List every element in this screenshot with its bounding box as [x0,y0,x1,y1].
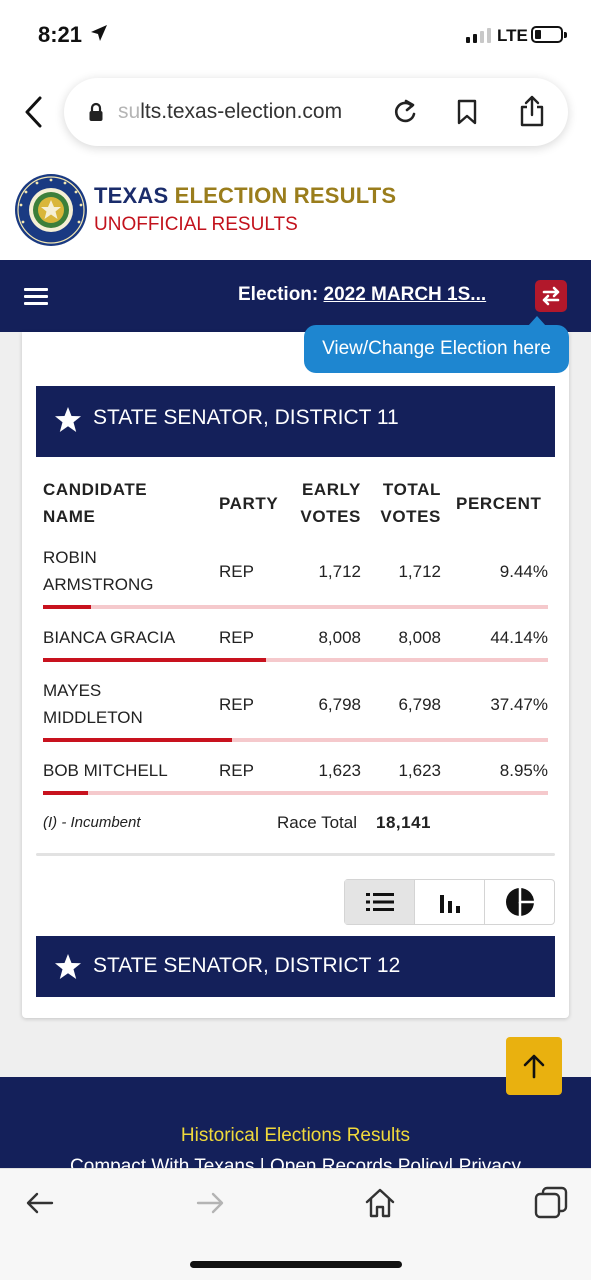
list-view-button[interactable] [345,880,415,924]
candidate-party: REP [219,761,254,780]
vote-share-fill [43,605,91,609]
column-header-percent: PERCENT [456,494,542,513]
candidate-party: REP [219,695,254,714]
vote-share-fill [43,658,266,662]
url-text[interactable]: sults.texas-election.com [118,100,342,124]
tabs-icon[interactable] [533,1185,569,1221]
pie-chart-icon [505,888,534,916]
scroll-to-top-button[interactable] [506,1037,562,1095]
vote-share-bar [43,658,548,662]
texas-secretary-of-state-seal [15,174,87,246]
candidate-name: ROBIN ARMSTRONG [43,548,154,594]
change-election-tooltip[interactable]: View/Change Election here [304,316,569,373]
site-title-election-results: ELECTION RESULTS [174,183,397,208]
status-bar: 8:21 LTE [0,0,591,70]
bar-chart-view-button[interactable] [415,880,485,924]
race-title: STATE SENATOR, DISTRICT 12 [93,954,401,977]
vote-percent: 9.44% [499,562,548,581]
vote-share-bar [43,738,548,742]
hamburger-menu-icon[interactable] [24,288,48,306]
site-footer: Historical Elections Results Compact Wit… [0,1077,591,1168]
star-icon [55,407,81,432]
candidate-name: MAYES MIDDLETON [43,681,143,727]
navigation-bar: Election: 2022 MARCH 1S... [0,260,591,332]
total-votes: 8,008 [398,628,441,647]
url-main: lts.texas-election.com [140,100,343,123]
column-header-party: PARTY [219,494,279,513]
site-title[interactable]: TEXAS ELECTION RESULTS [94,183,396,209]
candidate-party: REP [219,562,254,581]
election-value-link[interactable]: 2022 MARCH 1S... [324,284,487,305]
column-header-early-votes: EARLY VOTES [300,480,361,526]
list-icon [365,893,394,911]
bar-chart-icon [439,895,460,913]
lock-icon [89,102,103,121]
star-icon [55,954,81,979]
vote-share-fill [43,738,233,742]
forward-arrow-icon[interactable] [192,1185,228,1221]
vote-percent: 8.95% [499,761,548,780]
vote-percent: 37.47% [490,695,548,714]
browser-back-chevron-icon[interactable] [18,92,48,132]
home-icon[interactable] [362,1185,398,1221]
race-title: STATE SENATOR, DISTRICT 11 [93,406,399,429]
total-votes: 1,712 [398,562,441,581]
signal-strength-icon [466,28,491,43]
total-votes: 1,623 [398,761,441,780]
reload-icon[interactable] [392,98,418,126]
battery-icon [531,26,567,43]
candidate-party: REP [219,628,254,647]
location-arrow-icon [91,25,107,41]
early-votes: 1,712 [318,562,361,581]
column-header-candidate: CANDIDATE NAME [43,480,148,526]
race-header-district-12[interactable]: STATE SENATOR, DISTRICT 12 [36,936,555,997]
network-type: LTE [497,26,528,45]
historical-results-link[interactable]: Historical Elections Results [0,1125,591,1147]
clock: 8:21 [38,22,83,47]
site-subtitle: UNOFFICIAL RESULTS [94,214,298,235]
race-total-value: 18,141 [376,813,431,832]
election-selector[interactable]: Election: 2022 MARCH 1S... [238,284,486,306]
back-arrow-icon[interactable] [22,1185,58,1221]
early-votes: 6,798 [318,695,361,714]
url-faded: su [118,100,141,123]
swap-arrows-icon [542,286,560,306]
vote-share-bar [43,605,548,609]
table-divider [36,853,555,856]
column-header-total-votes: TOTAL VOTES [380,480,441,526]
early-votes: 8,008 [318,628,361,647]
race-header-district-11[interactable]: STATE SENATOR, DISTRICT 11 [36,386,555,457]
home-indicator [190,1261,402,1268]
view-toggle [344,879,555,925]
race-total-label: Race Total [277,813,358,832]
arrow-up-icon [523,1054,545,1079]
vote-share-bar [43,791,548,795]
incumbent-note: (I) - Incumbent [43,814,141,831]
early-votes: 1,623 [318,761,361,780]
vote-share-fill [43,791,89,795]
candidate-name: BOB MITCHELL [43,761,168,780]
vote-percent: 44.14% [490,628,548,647]
footer-policy-links[interactable]: Compact With Texans | Open Records Polic… [0,1156,591,1168]
change-election-button[interactable] [535,280,567,312]
election-label: Election: [238,284,319,305]
pie-chart-view-button[interactable] [485,880,554,924]
address-bar[interactable]: sults.texas-election.com [64,78,568,146]
total-votes: 6,798 [398,695,441,714]
bookmark-icon[interactable] [456,99,478,125]
share-icon[interactable] [518,94,546,128]
site-title-texas: TEXAS [94,183,169,208]
candidate-name: BIANCA GRACIA [43,628,176,647]
